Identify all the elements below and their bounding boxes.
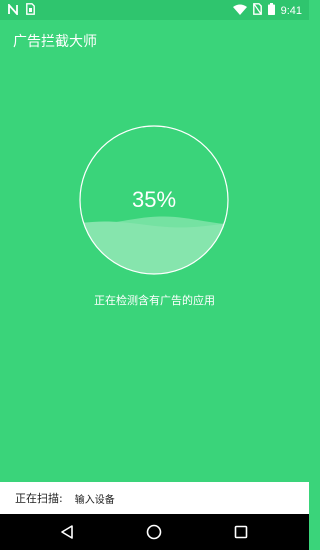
recents-icon[interactable] <box>231 522 251 542</box>
back-icon[interactable] <box>57 522 77 542</box>
scan-progress-circle: 35% <box>79 125 229 275</box>
navigation-bar <box>0 514 309 550</box>
app-title: 广告拦截大师 <box>13 34 97 50</box>
progress-percent: 35% <box>131 187 177 212</box>
sim-card-icon <box>26 3 35 18</box>
status-bar: 9:41 <box>0 0 309 20</box>
scan-target: 输入设备 <box>74 494 115 506</box>
status-left <box>8 2 35 18</box>
home-icon[interactable] <box>144 522 164 542</box>
no-sim-icon <box>252 3 262 18</box>
status-right: 9:41 <box>232 3 302 18</box>
scan-label: 正在扫描: <box>15 492 63 505</box>
scan-status-text: 正在检测含有广告的应用 <box>94 294 215 307</box>
scan-bar: 正在扫描: 输入设备 <box>0 482 309 514</box>
wifi-icon <box>232 4 247 18</box>
app-bar: 广告拦截大师 <box>0 20 309 66</box>
battery-icon <box>267 3 275 18</box>
progress-wave-front <box>80 221 228 274</box>
notification-n-icon <box>8 2 18 18</box>
status-time: 9:41 <box>280 4 302 17</box>
